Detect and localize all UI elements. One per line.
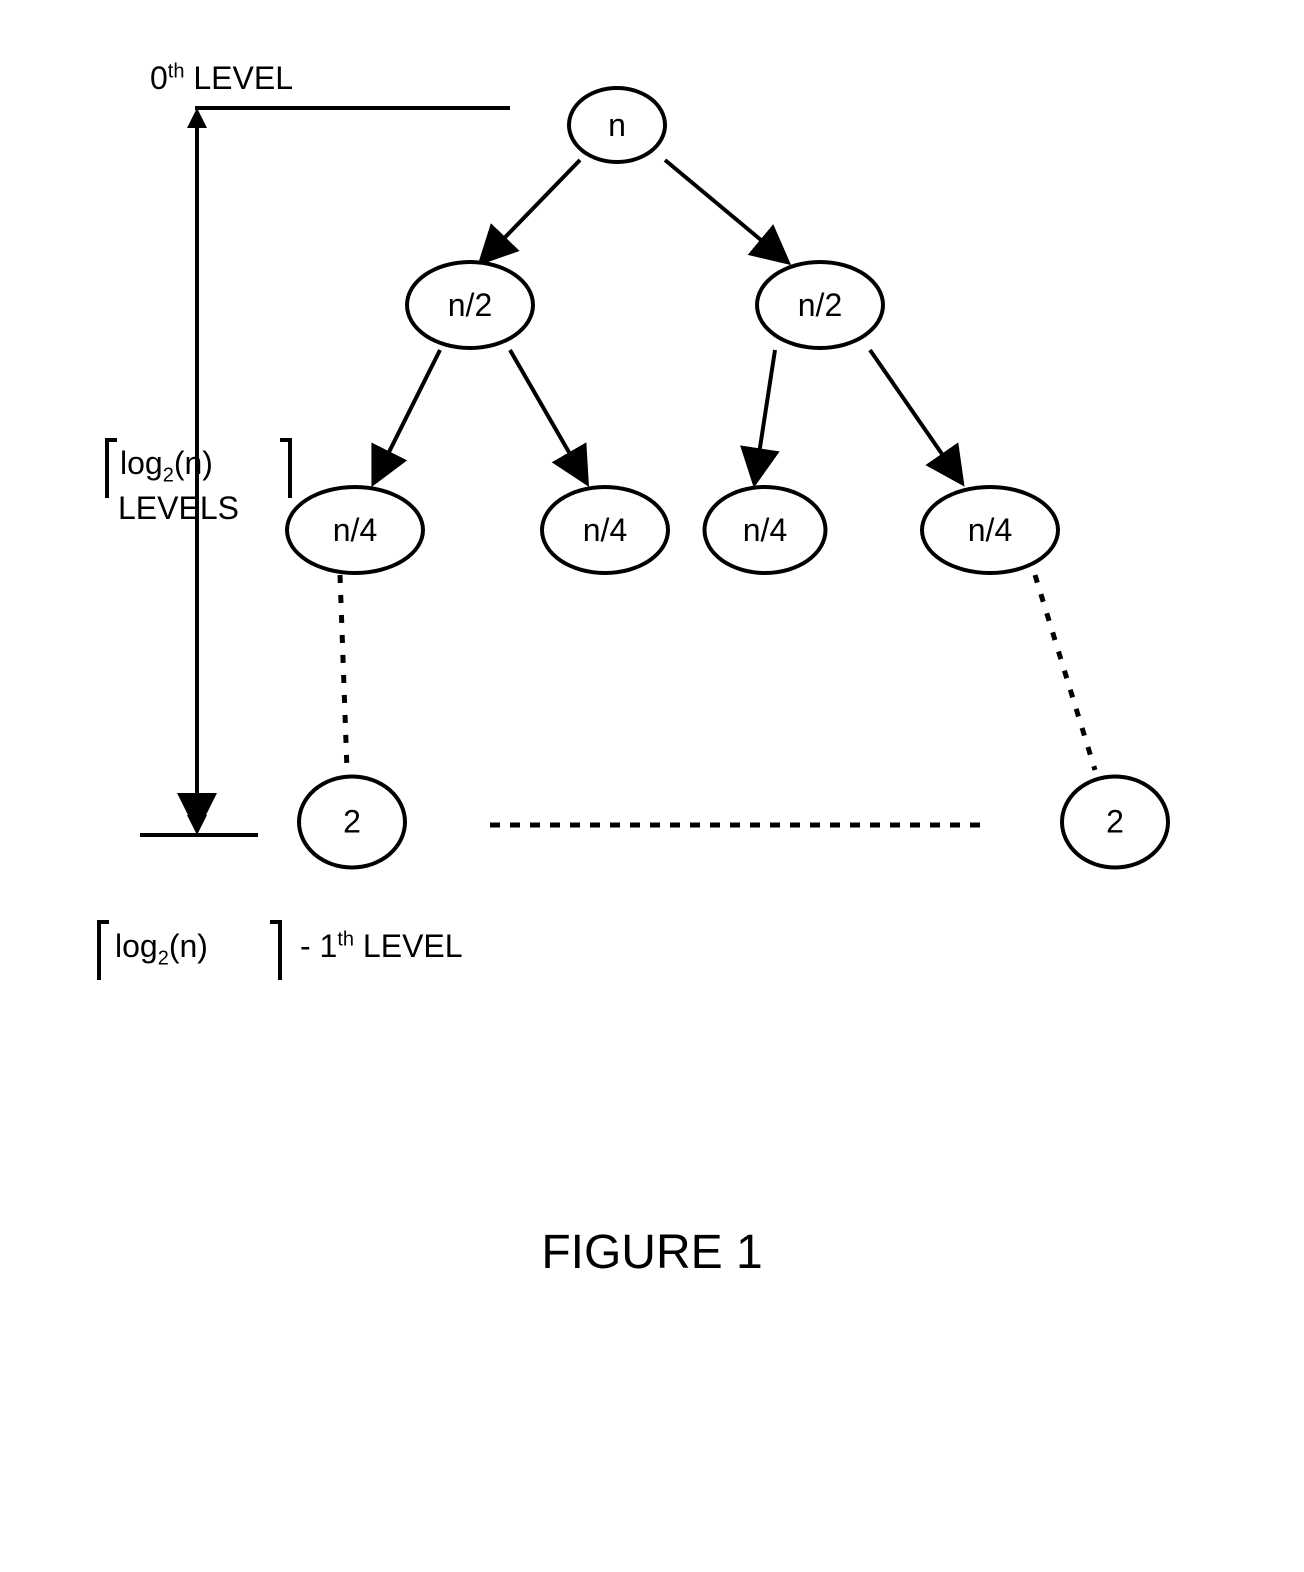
levels-suffix-label: LEVELS bbox=[118, 490, 239, 527]
ceil-right-bot bbox=[270, 920, 282, 980]
figure-title: FIGURE 1 bbox=[541, 1225, 762, 1280]
l2-3-text: n/4 bbox=[743, 512, 787, 549]
node-l2-4: n/4 bbox=[920, 485, 1060, 575]
l2-4-text: n/4 bbox=[968, 512, 1012, 549]
log-arg: (n) bbox=[174, 445, 213, 481]
top-level-label: 0th LEVEL bbox=[150, 60, 293, 97]
bot-sub: 2 bbox=[158, 947, 169, 969]
levels-suffix: LEVELS bbox=[118, 490, 239, 526]
node-l2-3: n/4 bbox=[703, 485, 828, 575]
leaf-right-text: 2 bbox=[1106, 804, 1124, 841]
l2-2-text: n/4 bbox=[583, 512, 627, 549]
top-level-suffix: LEVEL bbox=[184, 60, 293, 96]
node-l2-1: n/4 bbox=[285, 485, 425, 575]
top-level-number: 0 bbox=[150, 60, 168, 96]
levels-label: log2(n) bbox=[120, 445, 213, 487]
log-sub: 2 bbox=[163, 464, 174, 486]
node-leaf-right: 2 bbox=[1060, 775, 1170, 870]
l2-1-text: n/4 bbox=[333, 512, 377, 549]
bot-minus: - 1 bbox=[300, 928, 337, 964]
bot-arg: (n) bbox=[169, 928, 208, 964]
node-l1-right: n/2 bbox=[755, 260, 885, 350]
leaf-left-text: 2 bbox=[343, 804, 361, 841]
l1-left-text: n/2 bbox=[448, 287, 492, 324]
ceil-left-mid bbox=[105, 438, 117, 498]
ceil-right-mid bbox=[280, 438, 292, 498]
l1-right-text: n/2 bbox=[798, 287, 842, 324]
log-text: log bbox=[120, 445, 163, 481]
bot-suffix: LEVEL bbox=[354, 928, 463, 964]
node-l1-left: n/2 bbox=[405, 260, 535, 350]
node-l2-2: n/4 bbox=[540, 485, 670, 575]
bot-sup: th bbox=[337, 928, 354, 950]
node-leaf-left: 2 bbox=[297, 775, 407, 870]
node-root: n bbox=[567, 86, 667, 164]
ceil-left-bot bbox=[97, 920, 109, 980]
top-level-sup: th bbox=[168, 60, 185, 82]
bottom-level-log: log2(n) bbox=[115, 928, 208, 970]
root-text: n bbox=[608, 107, 626, 144]
title-text: FIGURE 1 bbox=[541, 1226, 762, 1279]
bottom-level-rest: - 1th LEVEL bbox=[300, 928, 463, 965]
bot-log: log bbox=[115, 928, 158, 964]
